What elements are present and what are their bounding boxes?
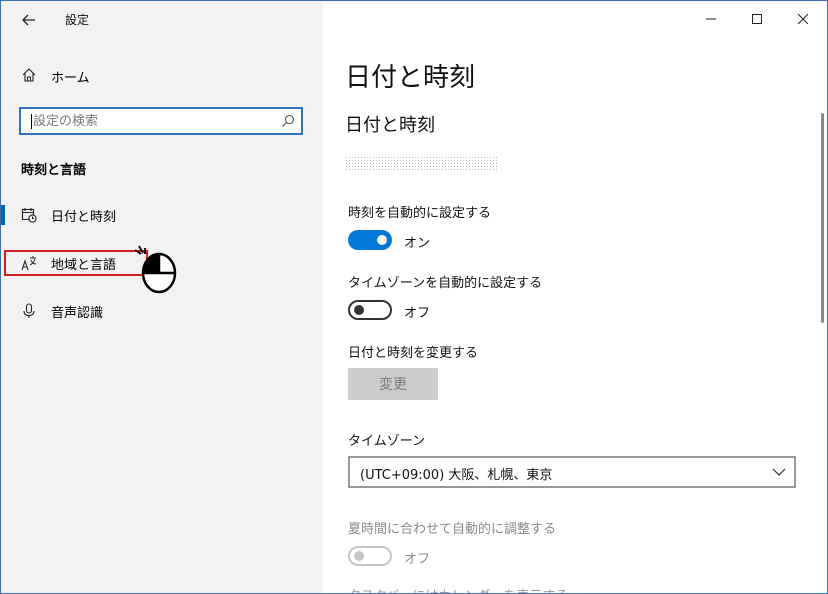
- search-input[interactable]: [33, 111, 273, 131]
- sidebar-item-home[interactable]: ホーム: [1, 61, 323, 91]
- highlight-box: [4, 250, 148, 276]
- minimize-button[interactable]: [691, 7, 731, 31]
- active-indicator: [1, 205, 5, 225]
- maximize-icon: [752, 14, 762, 24]
- maximize-button[interactable]: [737, 7, 777, 31]
- main-pane: 日付と時刻 日付と時刻 時刻を自動的に設定する オン タイムゾーンを自動的に設定…: [323, 1, 827, 593]
- partial-setting-label: タスクバーにはカレンダーを表示する: [348, 585, 568, 593]
- microphone-icon: [23, 303, 35, 318]
- auto-time-toggle[interactable]: [348, 230, 392, 250]
- minimize-icon: [706, 18, 716, 20]
- timezone-label: タイムゾーン: [348, 434, 426, 449]
- section-heading: 時刻と言語: [21, 163, 87, 178]
- dst-toggle: [348, 546, 392, 566]
- section-title: 日付と時刻: [345, 115, 435, 136]
- search-box[interactable]: [19, 107, 303, 135]
- auto-timezone-toggle[interactable]: [348, 300, 392, 320]
- timezone-value: (UTC+09:00) 大阪、札幌、東京: [360, 468, 553, 483]
- back-arrow-icon: [22, 14, 35, 26]
- chevron-down-icon: [772, 468, 786, 476]
- settings-window: 設定 ホーム 時刻と言語 日付と時刻: [0, 0, 828, 594]
- sidebar-item-date-time[interactable]: 日付と時刻: [1, 198, 323, 232]
- toggle-knob: [354, 551, 364, 561]
- current-time-placeholder: [345, 156, 497, 170]
- scrollbar[interactable]: [821, 113, 824, 323]
- toggle-knob: [377, 235, 387, 245]
- sidebar-item-label: 日付と時刻: [51, 210, 117, 225]
- back-button[interactable]: [15, 7, 43, 33]
- auto-timezone-label: タイムゾーンを自動的に設定する: [348, 276, 543, 291]
- dst-label: 夏時間に合わせて自動的に調整する: [348, 522, 557, 537]
- change-datetime-label: 日付と時刻を変更する: [348, 346, 479, 361]
- sidebar: 設定 ホーム 時刻と言語 日付と時刻: [1, 1, 323, 593]
- dst-state: オフ: [404, 552, 431, 567]
- search-icon[interactable]: [281, 114, 295, 128]
- timezone-select[interactable]: (UTC+09:00) 大阪、札幌、東京: [348, 456, 796, 488]
- close-icon: [797, 13, 809, 25]
- home-label: ホーム: [51, 71, 90, 86]
- app-title: 設定: [65, 13, 90, 27]
- home-icon: [22, 68, 36, 82]
- text-caret: [31, 114, 32, 129]
- calendar-clock-icon: [21, 208, 37, 223]
- auto-time-state: オン: [404, 236, 431, 251]
- toggle-knob: [354, 305, 364, 315]
- sidebar-item-speech[interactable]: 音声認識: [1, 294, 323, 328]
- sidebar-item-label: 音声認識: [51, 306, 104, 321]
- auto-timezone-state: オフ: [404, 306, 431, 321]
- page-title: 日付と時刻: [345, 63, 476, 93]
- close-button[interactable]: [783, 7, 823, 31]
- change-button[interactable]: 変更: [348, 368, 438, 400]
- mouse-click-icon: [134, 245, 177, 294]
- auto-time-label: 時刻を自動的に設定する: [348, 206, 492, 221]
